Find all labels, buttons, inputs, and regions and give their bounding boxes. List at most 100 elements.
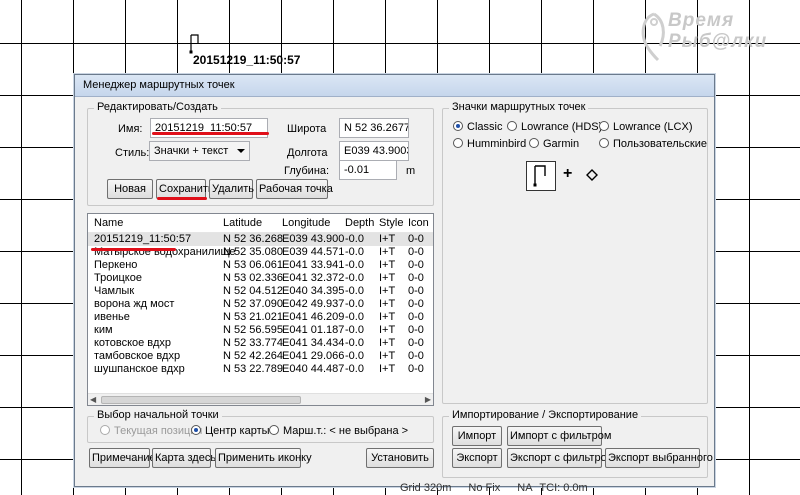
diamond-icon <box>586 169 598 181</box>
cell-latitude: N 52 42.264 <box>223 350 283 362</box>
apply-icon-button[interactable]: Применить иконку <box>215 448 312 468</box>
table-row[interactable]: Троицкое N 53 02.336 E041 32.372 -0.0 I+T 0-0 <box>88 272 433 285</box>
table-row[interactable]: Чамлык N 52 04.512 E040 34.395 -0.0 I+T 0-0 <box>88 285 433 298</box>
radio-route[interactable]: Марш.т.: < не выбрана > <box>269 425 408 437</box>
icon-set-humminbird[interactable]: Humminbird <box>453 138 526 150</box>
table-row[interactable]: тамбовское вдхр N 52 42.264 E041 29.066 -0.… <box>88 350 433 363</box>
column-name[interactable]: Name <box>94 217 123 229</box>
cell-style: I+T <box>379 272 396 284</box>
waypoint-label: 20151219_11:50:57 <box>193 53 301 67</box>
column-depth[interactable]: Depth <box>345 217 374 229</box>
cell-latitude: N 52 37.090 <box>223 298 283 310</box>
cell-icon: 0-0 <box>408 259 424 271</box>
export-selected-button[interactable]: Экспорт выбранного <box>605 448 713 468</box>
table-row[interactable]: ким N 52 56.595 E041 01.187 -0.0 I+T 0-0 <box>88 324 433 337</box>
cell-depth: -0.0 <box>345 337 364 349</box>
cell-depth: -0.0 <box>345 285 364 297</box>
table-row[interactable]: ивенье N 53 21.021 E041 46.209 -0.0 I+T 0-0 <box>88 311 433 324</box>
waypoint-manager-dialog: Менеджер маршрутных точек Редактировать/… <box>74 74 715 487</box>
radio-current-position[interactable]: Текущая позиция <box>100 425 202 437</box>
cell-style: I+T <box>379 324 396 336</box>
depth-unit: m <box>406 165 416 177</box>
edit-create-title: Редактировать/Создать <box>94 101 221 113</box>
radio-circle <box>599 121 609 131</box>
logo-line-2: Рыб@лки <box>668 31 768 52</box>
cell-icon: 0-0 <box>408 272 424 284</box>
status-grid: Grid 320m <box>400 482 452 494</box>
column-longitude[interactable]: Longitude <box>282 217 330 229</box>
save-button[interactable]: Сохранить <box>156 179 214 199</box>
table-row[interactable]: котовское вдхр N 52 33.774 E041 34.434 -0.0… <box>88 337 433 350</box>
scroll-left-icon[interactable]: ◀ <box>90 395 96 404</box>
radio-label: Центр карты <box>205 425 270 437</box>
table-row[interactable]: ворона жд мост N 52 37.090 E042 49.937 -0.0… <box>88 298 433 311</box>
chevron-down-icon <box>237 149 245 153</box>
cell-icon: 0-0 <box>408 233 424 245</box>
cell-name: тамбовское вдхр <box>94 350 181 362</box>
column-icon[interactable]: Icon <box>408 217 429 229</box>
install-button[interactable]: Установить <box>366 448 434 468</box>
waypoint-list[interactable]: Name Latitude Longitude Depth Style Icon… <box>87 213 434 406</box>
style-select[interactable]: Значки + текст <box>149 141 250 161</box>
radio-map-center[interactable]: Центр карты <box>191 425 270 437</box>
icon-set-classic[interactable]: Classic <box>453 121 502 133</box>
cell-depth: -0.0 <box>345 350 364 362</box>
latitude-input[interactable]: N 52 36.2677 <box>339 118 409 138</box>
scroll-right-icon[interactable]: ▶ <box>425 395 431 404</box>
depth-input[interactable]: -0.01 <box>339 160 397 180</box>
cell-latitude: N 52 04.512 <box>223 285 283 297</box>
latitude-label: Широта <box>287 123 327 135</box>
cell-depth: -0.0 <box>345 246 364 258</box>
import-button[interactable]: Импорт <box>452 426 502 446</box>
cell-name: ворона жд мост <box>94 298 175 310</box>
map-here-button[interactable]: Карта здесь <box>152 448 216 468</box>
scrollbar-thumb[interactable] <box>101 396 301 404</box>
cell-name: 20151219_11:50:57 <box>94 233 192 245</box>
dialog-title[interactable]: Менеджер маршрутных точек <box>75 75 714 97</box>
column-latitude[interactable]: Latitude <box>223 217 262 229</box>
name-input[interactable]: 20151219_11:50:57 <box>150 118 268 138</box>
style-select-value: Значки + текст <box>154 145 229 157</box>
cell-name: котовское вдхр <box>94 337 172 349</box>
cell-latitude: N 52 33.774 <box>223 337 283 349</box>
note-button[interactable]: Примечание <box>89 448 156 468</box>
cell-depth: -0.0 <box>345 311 364 323</box>
logo-line-1: Время <box>668 10 735 31</box>
cell-longitude: E041 01.187 <box>282 324 345 336</box>
cell-latitude: N 52 56.595 <box>223 324 283 336</box>
column-style[interactable]: Style <box>379 217 403 229</box>
cell-longitude: E040 34.395 <box>282 285 345 297</box>
cell-style: I+T <box>379 233 396 245</box>
fish-icon <box>641 12 665 62</box>
radio-circle <box>507 121 517 131</box>
table-row[interactable]: 20151219_11:50:57 N 52 36.268 E039 43.900-… <box>88 233 433 246</box>
cell-depth: -0.0 <box>345 363 364 375</box>
cell-style: I+T <box>379 285 396 297</box>
icon-set-lowrance-hds[interactable]: Lowrance (HDS) <box>507 121 602 133</box>
working-point-button[interactable]: Рабочая точка <box>256 179 333 199</box>
cell-icon: 0-0 <box>408 311 424 323</box>
status-na: NA <box>517 482 533 494</box>
cell-longitude: E040 44.487 <box>282 363 345 375</box>
radio-circle <box>453 121 463 131</box>
table-row[interactable]: Перкено N 53 06.061 E041 33.941 -0.0 I+T 0-0 <box>88 259 433 272</box>
longitude-input[interactable]: E039 43.9003 <box>339 141 409 161</box>
export-filter-button[interactable]: Экспорт с фильтром <box>507 448 614 468</box>
icon-set-garmin[interactable]: Garmin <box>529 138 579 150</box>
radio-circle <box>269 425 279 435</box>
list-header: Name Latitude Longitude Depth Style Icon <box>88 214 433 233</box>
new-button[interactable]: Новая <box>107 179 153 199</box>
cell-longitude: E041 34.434 <box>282 337 345 349</box>
cell-icon: 0-0 <box>408 337 424 349</box>
icon-set-custom[interactable]: Пользовательские <box>599 138 707 150</box>
waypoint-flag-icon <box>189 34 199 54</box>
icon-set-lowrance-lcx[interactable]: Lowrance (LCX) <box>599 121 692 133</box>
cell-icon: 0-0 <box>408 246 424 258</box>
export-button[interactable]: Экспорт <box>452 448 502 468</box>
delete-button[interactable]: Удалить <box>209 179 254 199</box>
import-filter-button[interactable]: Импорт с фильтром <box>507 426 611 446</box>
radio-circle <box>453 138 463 148</box>
horizontal-scrollbar[interactable]: ◀ ▶ <box>88 393 433 405</box>
cell-longitude: E041 46.209 <box>282 311 345 323</box>
table-row[interactable]: шушпанское вдхр N 53 22.789 E040 44.487 -0.… <box>88 363 433 376</box>
